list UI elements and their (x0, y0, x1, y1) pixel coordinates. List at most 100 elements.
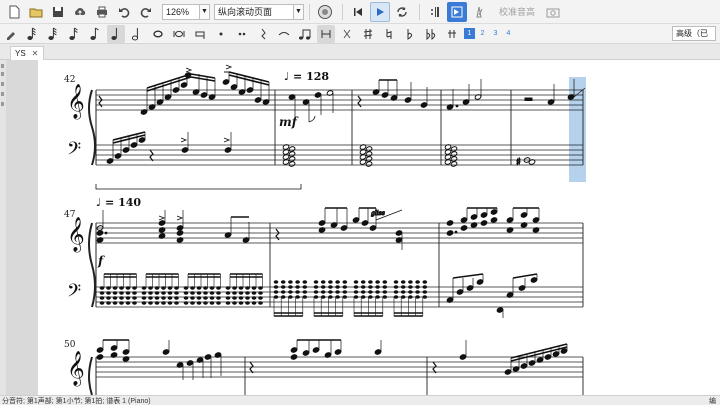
bass-chord-notehead (288, 280, 293, 284)
app-window: 126% ▼ 纵向滚动页面 ▼ 校准音高 1 2 3 4 高级（已 YS ✕ 4… (0, 0, 720, 405)
bass-chord-notehead (375, 290, 380, 294)
print-button[interactable] (92, 2, 112, 22)
duration-half-button[interactable] (128, 25, 146, 43)
duration-breve-button[interactable] (170, 25, 188, 43)
bass-chord-notehead (375, 280, 380, 284)
bass-chord-notehead (320, 280, 326, 284)
new-file-button[interactable] (4, 2, 24, 22)
bass-chord-notehead (393, 295, 399, 299)
bass-chord-notehead (280, 285, 286, 289)
score-tab-title: YS (15, 49, 26, 58)
bass-chord-44 (358, 143, 374, 168)
duration-longa-button[interactable] (191, 25, 209, 43)
quarter-note-icon (111, 27, 117, 40)
bass-chord-notehead (141, 301, 147, 305)
natural-button[interactable] (380, 25, 398, 43)
duration-whole-button[interactable] (149, 25, 167, 43)
bass-chord-notehead (148, 291, 153, 295)
pan-score-button[interactable] (447, 1, 467, 22)
score-tab[interactable]: YS ✕ (10, 46, 44, 60)
bass-chord-notehead (280, 295, 286, 299)
duration-32nd-button[interactable] (44, 25, 62, 43)
bass-chord-notehead (302, 285, 308, 289)
bass-chord-notehead (393, 285, 399, 289)
sharp-button[interactable] (359, 25, 377, 43)
natural-icon (386, 28, 392, 39)
close-tab-icon[interactable]: ✕ (32, 49, 39, 58)
metronome-button[interactable] (469, 2, 489, 22)
mixer-button[interactable] (315, 2, 335, 22)
zoom-dropdown-arrow[interactable]: ▼ (200, 3, 210, 20)
bass-chord-notehead (112, 301, 118, 305)
flat-button[interactable] (401, 25, 419, 43)
bass-chord-notehead (167, 296, 173, 300)
toggle-flip-button[interactable] (317, 24, 335, 43)
zoom-value: 126% (166, 6, 190, 17)
redo-button[interactable] (136, 2, 156, 22)
bass-chord-notehead (328, 295, 333, 299)
bass-chord-notehead (415, 295, 420, 299)
bass-chord-notehead (225, 296, 231, 300)
bass-chord-notehead (335, 285, 340, 289)
double-flat-button[interactable] (422, 25, 440, 43)
rest-button[interactable] (254, 25, 272, 43)
sixteenth-note-icon (69, 27, 78, 40)
bass-chord-notehead (203, 301, 208, 305)
score-canvas[interactable]: 42 𝄞 𝄢 ♩ = 128 mf ♯ 47 𝄞 𝄢 ♩ = 140 f gli… (0, 60, 720, 395)
bass-chord-notehead (99, 301, 105, 305)
image-capture-button[interactable] (543, 2, 563, 22)
status-right-text: 编 (709, 398, 716, 405)
duration-64th-button[interactable] (23, 25, 41, 43)
tie-button[interactable] (275, 25, 293, 43)
bass-chord-notehead (203, 291, 208, 295)
voice-1-button[interactable]: 1 (464, 28, 475, 39)
workspace-select[interactable]: 高级（已 (672, 26, 716, 41)
voice-split-button[interactable] (296, 25, 314, 43)
dynamic-f: f (97, 254, 105, 268)
loop-button[interactable] (392, 2, 412, 22)
bass-chord-notehead (342, 290, 348, 294)
bass-chord-notehead (167, 291, 173, 295)
bass-chord-43 (281, 143, 297, 168)
voice-3-button[interactable]: 3 (490, 28, 501, 39)
play-button[interactable] (370, 1, 390, 22)
bass-chord-notehead (167, 286, 173, 290)
bass-chord-notehead (273, 280, 279, 284)
view-mode-select[interactable]: 纵向滚动页面 (214, 3, 294, 20)
bass-chord-notehead (141, 291, 147, 295)
bass-chord-notehead (132, 296, 137, 300)
bass-chord-notehead (119, 301, 124, 305)
view-mode-dropdown-arrow[interactable]: ▼ (294, 3, 304, 20)
bass-chord-notehead (225, 301, 231, 305)
bass-chord-notehead (174, 296, 179, 300)
bass-chord-notehead (295, 290, 300, 294)
measure-48-treble: gliss (275, 207, 404, 250)
eighth-pair-icon (299, 29, 311, 40)
bass-chord-notehead (190, 291, 195, 295)
bass-chord-notehead (368, 280, 373, 284)
voice-2-button[interactable]: 2 (477, 28, 488, 39)
undo-button[interactable] (114, 2, 134, 22)
double-dot-button[interactable] (233, 25, 251, 43)
duration-quarter-button[interactable] (107, 24, 125, 43)
duration-8th-button[interactable] (86, 25, 104, 43)
note-input-mode-button[interactable] (2, 25, 20, 43)
zoom-input[interactable]: 126% (162, 3, 200, 20)
duration-16th-button[interactable] (65, 25, 83, 43)
bass-chord-notehead (216, 291, 221, 295)
view-mode-value: 纵向滚动页面 (218, 7, 273, 17)
bass-chord-notehead (273, 290, 279, 294)
score-page[interactable]: 42 𝄞 𝄢 ♩ = 128 mf ♯ 47 𝄞 𝄢 ♩ = 140 f gli… (38, 60, 720, 395)
upload-cloud-button[interactable] (70, 2, 90, 22)
open-file-button[interactable] (26, 2, 46, 22)
save-button[interactable] (48, 2, 68, 22)
repeat-play-button[interactable] (425, 2, 445, 22)
augmentation-dot-button[interactable] (212, 25, 230, 43)
voice-4-button[interactable]: 4 (503, 28, 514, 39)
double-sharp-button[interactable] (443, 25, 461, 43)
natural-toggle-button[interactable] (338, 25, 356, 43)
rewind-button[interactable] (348, 2, 368, 22)
bass-chord-notehead (375, 295, 380, 299)
bass-chord-notehead (313, 295, 319, 299)
tuning-label[interactable]: 校准音高 (499, 5, 535, 18)
